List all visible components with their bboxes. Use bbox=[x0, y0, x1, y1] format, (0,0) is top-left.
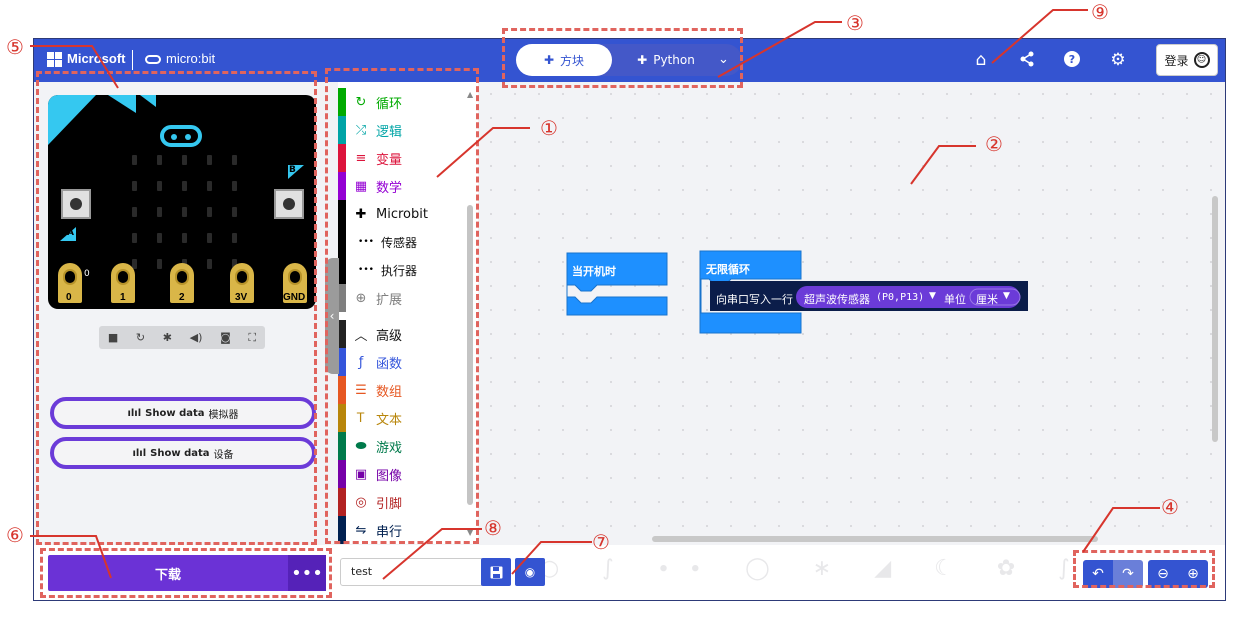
annotation-8: ⑧ bbox=[484, 516, 502, 540]
annotation-2: ② bbox=[985, 132, 1003, 156]
annotation-1: ① bbox=[540, 116, 558, 140]
annotation-3: ③ bbox=[846, 11, 864, 35]
annotation-6: ⑥ bbox=[6, 523, 24, 547]
annotation-9: ⑨ bbox=[1091, 0, 1109, 24]
annotation-4: ④ bbox=[1161, 495, 1179, 519]
annotation-leaders bbox=[30, 9, 1160, 580]
annotation-5: ⑤ bbox=[6, 35, 24, 59]
annotation-7: ⑦ bbox=[592, 530, 610, 554]
